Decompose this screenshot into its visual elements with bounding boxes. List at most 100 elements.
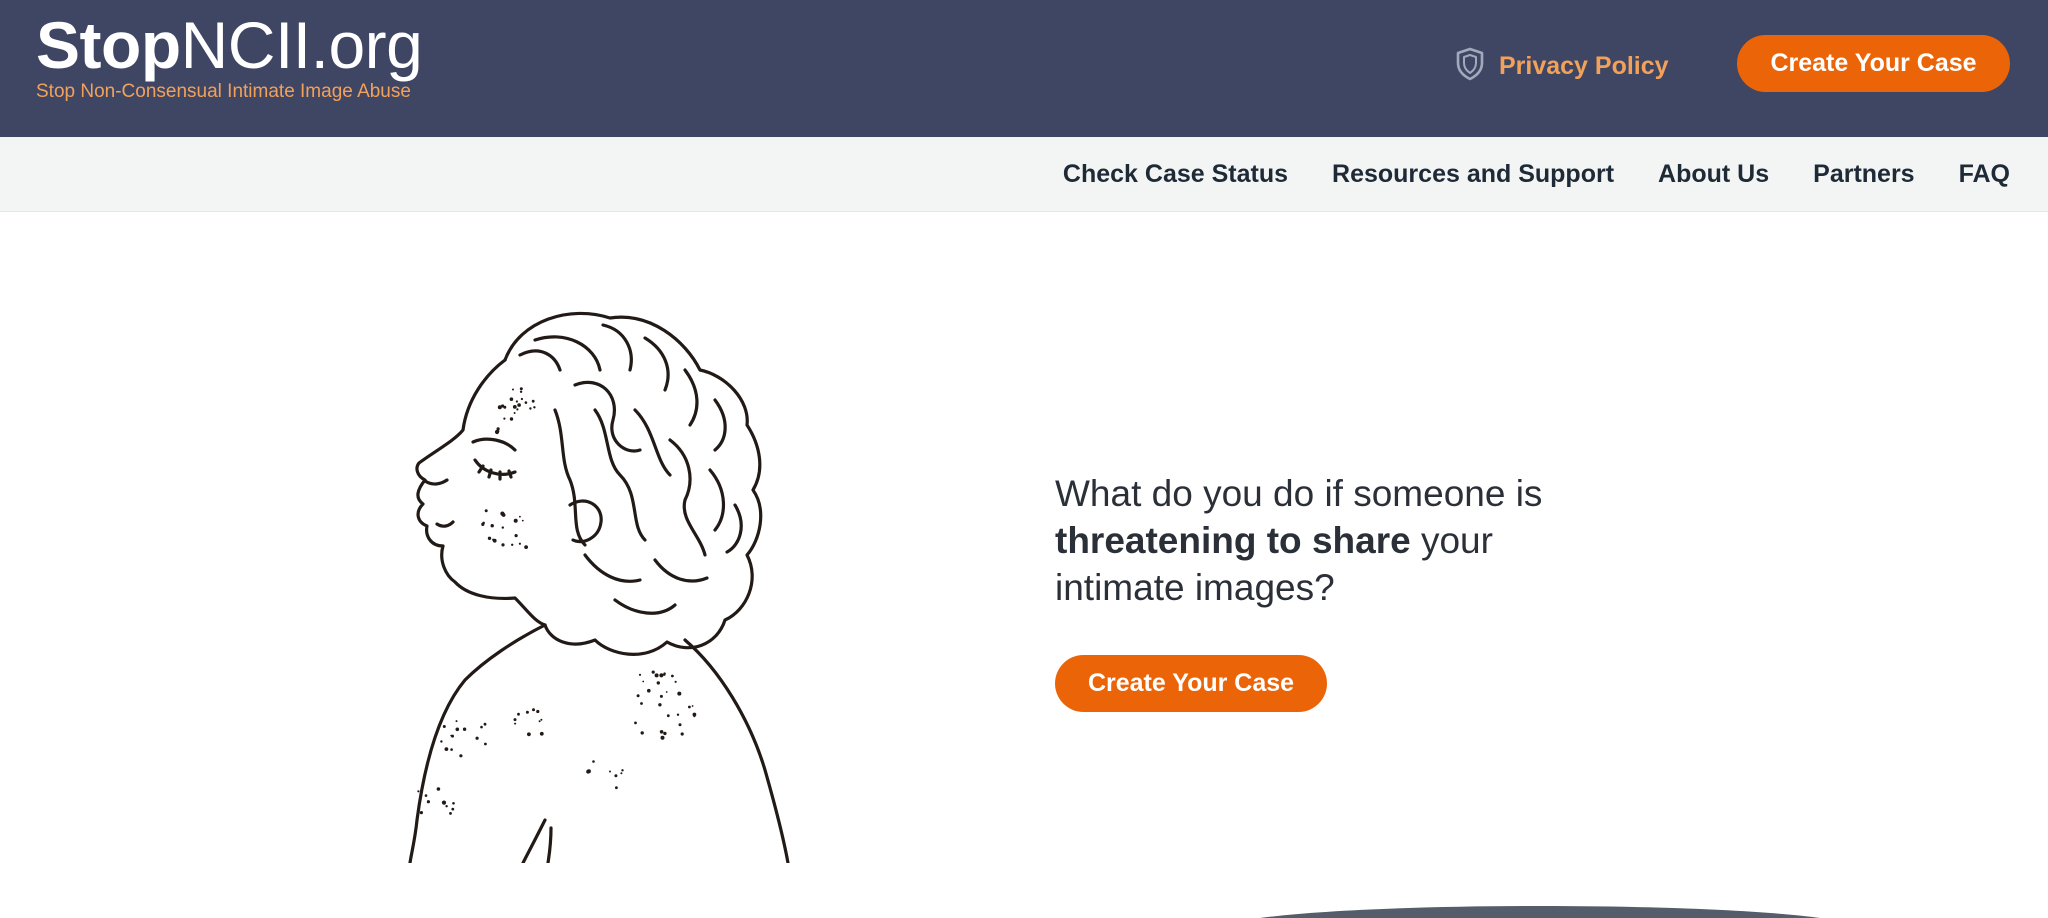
freckle-dot — [521, 519, 524, 522]
freckle-dot — [487, 536, 492, 540]
freckle-dot — [455, 727, 460, 732]
freckle-dot — [642, 680, 645, 683]
freckle-dot — [532, 708, 535, 712]
freckle-dot — [536, 709, 540, 714]
freckle-dot — [512, 405, 517, 409]
freckle-dot — [659, 694, 663, 698]
freckle-dot — [539, 731, 544, 736]
woman-line-illustration — [355, 300, 815, 865]
freckle-dot — [513, 518, 518, 523]
freckle-dot — [586, 769, 591, 774]
freckle-dot — [666, 714, 670, 718]
freckle-dot — [592, 760, 595, 763]
freckle-dot — [514, 722, 517, 725]
freckle-dot — [480, 725, 483, 729]
freckle-dot — [513, 718, 517, 722]
freckle-dot — [525, 710, 529, 714]
freckle-dot — [492, 538, 497, 543]
freckle-dot — [503, 417, 506, 420]
freckle-dot — [665, 691, 668, 693]
nav-item-partners[interactable]: Partners — [1813, 160, 1914, 189]
freckle-dot — [519, 387, 523, 391]
nav-item-about-us[interactable]: About Us — [1658, 160, 1769, 189]
freckle-dot — [517, 712, 520, 716]
hero-create-case-button[interactable]: Create Your Case — [1055, 655, 1327, 712]
freckle-dot — [519, 390, 523, 393]
shield-icon — [1455, 47, 1485, 86]
freckle-dot — [656, 681, 660, 685]
privacy-policy-link[interactable]: Privacy Policy — [1455, 46, 1669, 86]
hero-section: What do you do if someone is threatening … — [1055, 470, 1615, 712]
site-logo[interactable]: StopNCII.org Stop Non-Consensual Intimat… — [36, 10, 423, 103]
freckle-dot — [501, 404, 505, 408]
freckle-dot — [511, 543, 514, 546]
freckle-dot — [455, 720, 458, 723]
freckle-dot — [462, 727, 467, 731]
freckle-dot — [452, 802, 455, 805]
freckle-dot — [512, 388, 514, 391]
main-nav: Check Case Status Resources and Support … — [0, 137, 2048, 212]
freckle-dot — [620, 772, 623, 775]
header-create-case-button[interactable]: Create Your Case — [1737, 35, 2010, 92]
freckle-dot — [481, 522, 485, 526]
freckle-dot — [527, 732, 531, 737]
freckle-dot — [518, 542, 521, 545]
nav-list: Check Case Status Resources and Support … — [1063, 137, 2010, 212]
freckle-dot — [483, 722, 487, 726]
freckle-dot — [497, 430, 500, 433]
freckle-dot — [450, 748, 453, 751]
freckle-dot — [647, 688, 651, 693]
logo-wordmark: StopNCII.org — [36, 10, 423, 80]
freckle-dot — [514, 534, 518, 538]
freckle-dot — [609, 770, 611, 773]
freckle-dot — [634, 721, 637, 725]
hero-question: What do you do if someone is threatening … — [1055, 470, 1615, 611]
freckle-dot — [524, 545, 528, 549]
freckle-dot — [426, 800, 430, 804]
freckle-dot — [680, 732, 684, 736]
freckle-dot — [501, 526, 504, 529]
freckle-dot — [636, 694, 640, 698]
freckle-dot — [517, 403, 521, 407]
freckle-dot — [509, 397, 514, 401]
freckle-dot — [520, 397, 523, 401]
freckle-dot — [640, 731, 644, 735]
freckle-dot — [451, 807, 455, 811]
freckle-dot — [509, 417, 514, 421]
freckle-dot — [529, 407, 532, 410]
freckle-dot — [638, 673, 642, 676]
freckle-dot — [484, 742, 487, 746]
freckle-dot — [515, 400, 518, 403]
freckle-dot — [417, 790, 420, 793]
freckle-dot — [501, 543, 505, 547]
freckle-dot — [441, 800, 447, 805]
nav-item-faq[interactable]: FAQ — [1959, 160, 2010, 189]
freckle-dot — [659, 730, 664, 734]
logo-tagline: Stop Non-Consensual Intimate Image Abuse — [36, 81, 411, 102]
freckle-dot — [424, 794, 428, 797]
freckle-dot — [688, 705, 691, 709]
freckle-dot — [440, 740, 443, 743]
top-header: StopNCII.org Stop Non-Consensual Intimat… — [0, 0, 2048, 137]
freckle-dot — [660, 735, 665, 740]
freckle-dot — [676, 713, 680, 716]
freckle-dot — [533, 406, 536, 409]
freckle-dot — [678, 723, 682, 727]
freckle-dot — [484, 509, 488, 513]
freckle-dot — [444, 747, 449, 751]
privacy-policy-label: Privacy Policy — [1499, 51, 1669, 80]
freckle-dot — [674, 680, 677, 683]
nav-item-check-case-status[interactable]: Check Case Status — [1063, 160, 1288, 189]
freckle-dot — [516, 408, 519, 411]
freckle-dot — [490, 524, 494, 528]
nav-item-resources-and-support[interactable]: Resources and Support — [1332, 160, 1614, 189]
freckle-dot — [459, 754, 463, 758]
freckle-dot — [436, 787, 441, 791]
hero-question-start: What do you do if someone is — [1055, 473, 1543, 514]
freckle-dot — [450, 734, 453, 737]
freckle-dot — [419, 811, 423, 815]
freckle-dot — [540, 718, 543, 721]
freckle-dot — [677, 691, 682, 696]
freckle-dot — [654, 673, 659, 678]
freckle-dot — [691, 705, 694, 707]
